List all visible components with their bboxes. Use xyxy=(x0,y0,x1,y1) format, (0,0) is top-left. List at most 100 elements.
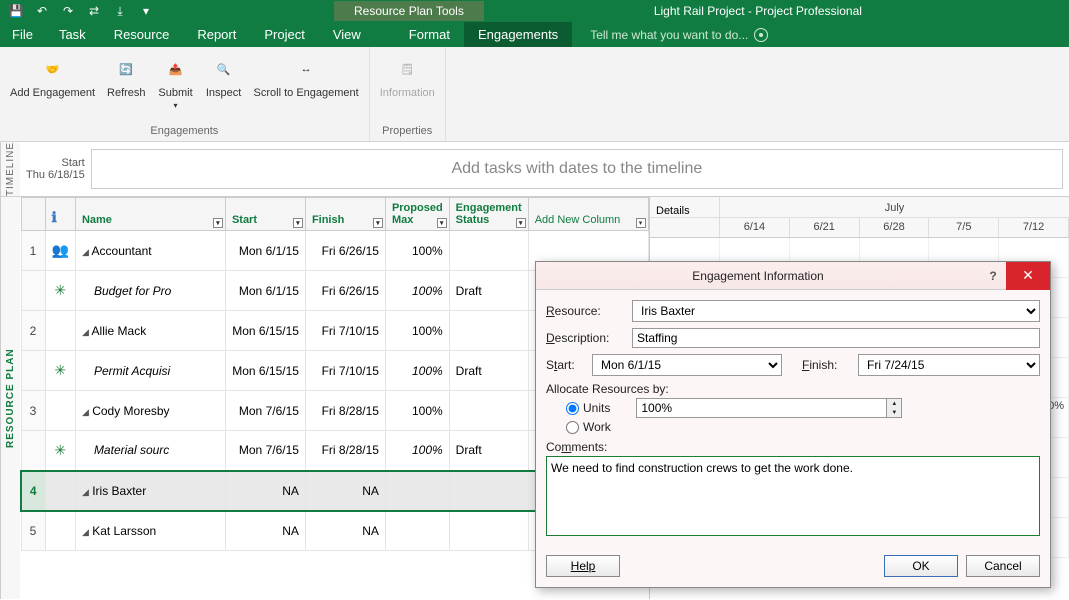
cell-max[interactable] xyxy=(385,511,449,551)
cell-status[interactable]: Draft xyxy=(449,431,528,471)
dialog-titlebar[interactable]: Engagement Information ? ✕ xyxy=(536,262,1050,290)
tab-report[interactable]: Report xyxy=(183,22,250,47)
work-radio[interactable]: Work xyxy=(566,420,611,434)
units-spinner[interactable]: ▲▼ xyxy=(636,398,902,418)
cell-name[interactable]: Permit Acquisi xyxy=(75,351,225,391)
cell-name[interactable]: ◢ Allie Mack xyxy=(75,311,225,351)
cell-status[interactable]: Draft xyxy=(449,351,528,391)
tab-engagements[interactable]: Engagements xyxy=(464,22,572,47)
cell-finish[interactable]: NA xyxy=(305,511,385,551)
col-finish[interactable]: Finish▾ xyxy=(305,198,385,231)
col-info[interactable]: ℹ xyxy=(45,198,75,231)
ok-button[interactable]: OK xyxy=(884,555,958,577)
cell-max[interactable]: 100% xyxy=(385,391,449,431)
resource-select[interactable]: Iris Baxter xyxy=(632,300,1040,322)
tab-resource[interactable]: Resource xyxy=(100,22,184,47)
cell-finish[interactable]: Fri 8/28/15 xyxy=(305,431,385,471)
scroll-to-engagement-button[interactable]: ↔ Scroll to Engagement xyxy=(250,51,363,101)
refresh-button[interactable]: 🔄 Refresh xyxy=(103,51,150,101)
row-number[interactable]: 3 xyxy=(21,391,45,431)
cell-start[interactable]: Mon 6/1/15 xyxy=(225,271,305,311)
comments-textarea[interactable] xyxy=(546,456,1040,536)
tab-view[interactable]: View xyxy=(319,22,375,47)
spinner-arrows[interactable]: ▲▼ xyxy=(886,398,902,418)
cell-start[interactable]: Mon 7/6/15 xyxy=(225,391,305,431)
cell-start[interactable]: Mon 7/6/15 xyxy=(225,431,305,471)
add-engagement-button[interactable]: 🤝 Add Engagement xyxy=(6,51,99,101)
cell-max[interactable] xyxy=(385,471,449,511)
row-number[interactable]: 2 xyxy=(21,311,45,351)
undo-icon[interactable]: ↶ xyxy=(34,3,50,19)
row-number[interactable]: 5 xyxy=(21,511,45,551)
units-radio[interactable]: Units xyxy=(566,401,610,415)
cell-max[interactable]: 100% xyxy=(385,431,449,471)
chevron-down-icon[interactable]: ▾ xyxy=(373,218,383,228)
cell-status[interactable] xyxy=(449,511,528,551)
tab-project[interactable]: Project xyxy=(250,22,318,47)
cell-max[interactable]: 100% xyxy=(385,271,449,311)
cell-finish[interactable]: Fri 8/28/15 xyxy=(305,391,385,431)
cell-name[interactable]: Budget for Pro xyxy=(75,271,225,311)
chevron-down-icon[interactable]: ▾ xyxy=(437,218,447,228)
tell-me-search[interactable]: Tell me what you want to do... xyxy=(580,22,1069,47)
tab-file[interactable]: File xyxy=(0,22,45,47)
col-name[interactable]: Name▾ xyxy=(75,198,225,231)
row-number[interactable]: 4 xyxy=(21,471,45,511)
cell-name[interactable]: Material sourc xyxy=(75,431,225,471)
timeline-bar[interactable]: Add tasks with dates to the timeline xyxy=(91,149,1063,189)
cell-finish[interactable]: Fri 7/10/15 xyxy=(305,351,385,391)
tab-format[interactable]: Format xyxy=(395,22,464,47)
cell-max[interactable]: 100% xyxy=(385,351,449,391)
week-header: 7/5 xyxy=(929,218,999,238)
qat-icon[interactable]: ⇄ xyxy=(86,3,102,19)
cell-name[interactable]: ◢ Accountant xyxy=(75,231,225,271)
qat-icon[interactable]: ⤓ xyxy=(112,3,128,19)
submit-button[interactable]: 📤 Submit ▾ xyxy=(154,51,198,112)
save-icon[interactable]: 💾 xyxy=(8,3,24,19)
cell-name[interactable]: ◢ Iris Baxter xyxy=(75,471,225,511)
chevron-down-icon[interactable]: ▾ xyxy=(293,218,303,228)
row-number[interactable]: 1 xyxy=(21,231,45,271)
cell-status[interactable] xyxy=(449,471,528,511)
chevron-down-icon[interactable]: ▾ xyxy=(213,218,223,228)
row-number[interactable] xyxy=(21,351,45,391)
cell-status[interactable] xyxy=(449,391,528,431)
finish-select[interactable]: Fri 7/24/15 xyxy=(858,354,1040,376)
cell-start[interactable]: NA xyxy=(225,511,305,551)
start-select[interactable]: Mon 6/1/15 xyxy=(592,354,782,376)
col-add[interactable]: Add New Column▾ xyxy=(528,198,648,231)
units-input[interactable] xyxy=(636,398,886,418)
row-number[interactable] xyxy=(21,271,45,311)
cell-start[interactable]: Mon 6/15/15 xyxy=(225,311,305,351)
cell-name[interactable]: ◢ Cody Moresby xyxy=(75,391,225,431)
cell-status[interactable]: Draft xyxy=(449,271,528,311)
redo-icon[interactable]: ↷ xyxy=(60,3,76,19)
cell-finish[interactable]: Fri 6/26/15 xyxy=(305,231,385,271)
cell-max[interactable]: 100% xyxy=(385,311,449,351)
cell-status[interactable] xyxy=(449,311,528,351)
row-number[interactable] xyxy=(21,431,45,471)
cell-max[interactable]: 100% xyxy=(385,231,449,271)
cell-finish[interactable]: Fri 7/10/15 xyxy=(305,311,385,351)
cell-start[interactable]: Mon 6/1/15 xyxy=(225,231,305,271)
cell-start[interactable]: Mon 6/15/15 xyxy=(225,351,305,391)
inspect-button[interactable]: 🔍 Inspect xyxy=(202,51,246,101)
qat-dropdown-icon[interactable]: ▾ xyxy=(138,3,154,19)
cell-status[interactable] xyxy=(449,231,528,271)
col-max[interactable]: Proposed Max▾ xyxy=(385,198,449,231)
cell-name[interactable]: ◢ Kat Larsson xyxy=(75,511,225,551)
cell-finish[interactable]: NA xyxy=(305,471,385,511)
col-start[interactable]: Start▾ xyxy=(225,198,305,231)
dialog-title: Engagement Information xyxy=(536,269,980,283)
help-button[interactable]: Help xyxy=(546,555,620,577)
tab-task[interactable]: Task xyxy=(45,22,100,47)
col-status[interactable]: Engagement Status▾ xyxy=(449,198,528,231)
chevron-down-icon[interactable]: ▾ xyxy=(636,218,646,228)
cell-start[interactable]: NA xyxy=(225,471,305,511)
cancel-button[interactable]: Cancel xyxy=(966,555,1040,577)
dialog-help-icon[interactable]: ? xyxy=(980,269,1006,283)
description-input[interactable] xyxy=(632,328,1040,348)
close-icon[interactable]: ✕ xyxy=(1006,262,1050,290)
cell-finish[interactable]: Fri 6/26/15 xyxy=(305,271,385,311)
chevron-down-icon[interactable]: ▾ xyxy=(516,218,526,228)
